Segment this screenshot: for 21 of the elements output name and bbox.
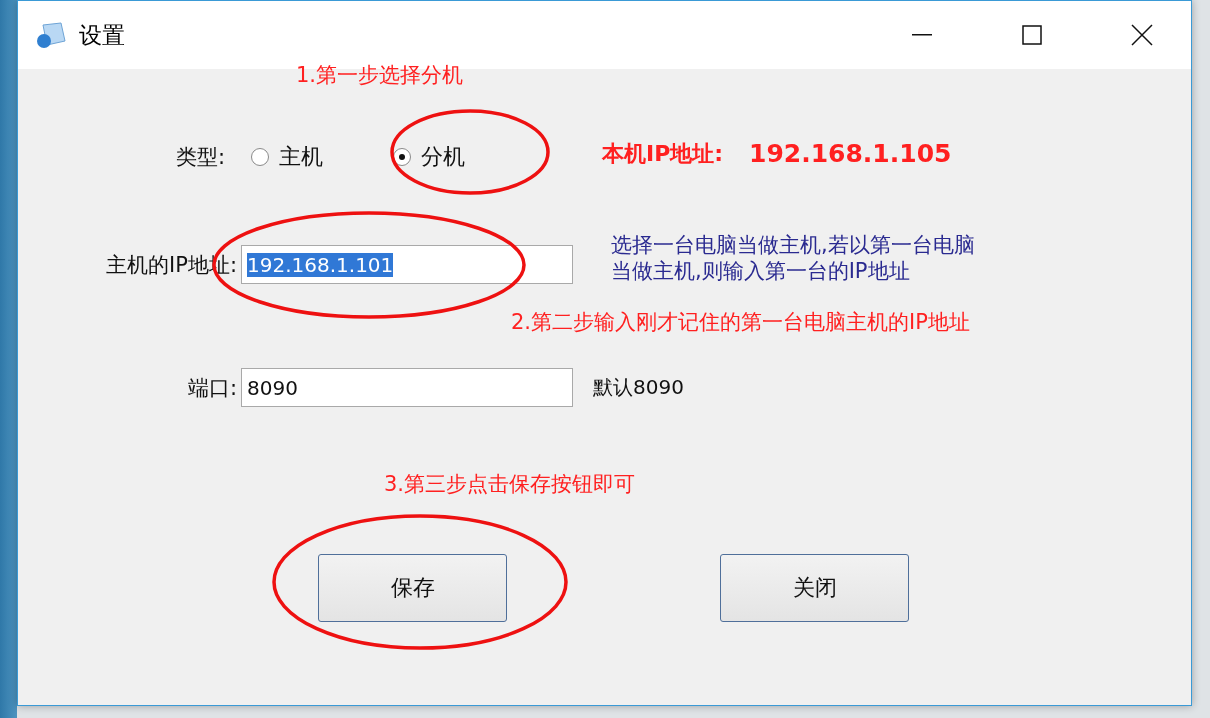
annotation-text: 1.第一步选择分机 (296, 63, 464, 89)
hint-text: 当做主机,则输入第一台的IP地址 (611, 259, 910, 285)
save-button[interactable]: 保存 (318, 554, 507, 622)
input-field[interactable]: 192.168.1.101 (241, 245, 573, 284)
radio-option[interactable]: 主机 (251, 142, 323, 172)
hint-text: 默认8090 (593, 374, 684, 401)
close-icon (1131, 24, 1153, 46)
maximize-icon (1022, 25, 1042, 45)
input-field[interactable]: 8090 (241, 368, 573, 407)
hint-text: 选择一台电脑当做主机,若以第一台电脑 (611, 233, 975, 259)
minimize-icon (912, 34, 932, 36)
local-ip-label: 本机IP地址: (602, 141, 724, 168)
annotation-text: 2.第二步输入刚才记住的第一台电脑主机的IP地址 (511, 310, 970, 336)
close-button[interactable]: 关闭 (720, 554, 909, 622)
field-label: 端口: (186, 374, 237, 402)
local-ip-value: 192.168.1.105 (749, 139, 952, 169)
field-label: 类型: (174, 144, 225, 171)
annotation-text: 3.第三步点击保存按钮即可 (384, 472, 636, 498)
app-icon (35, 21, 67, 49)
radio-option[interactable]: 分机 (393, 142, 465, 172)
window-title: 设置 (79, 20, 126, 50)
